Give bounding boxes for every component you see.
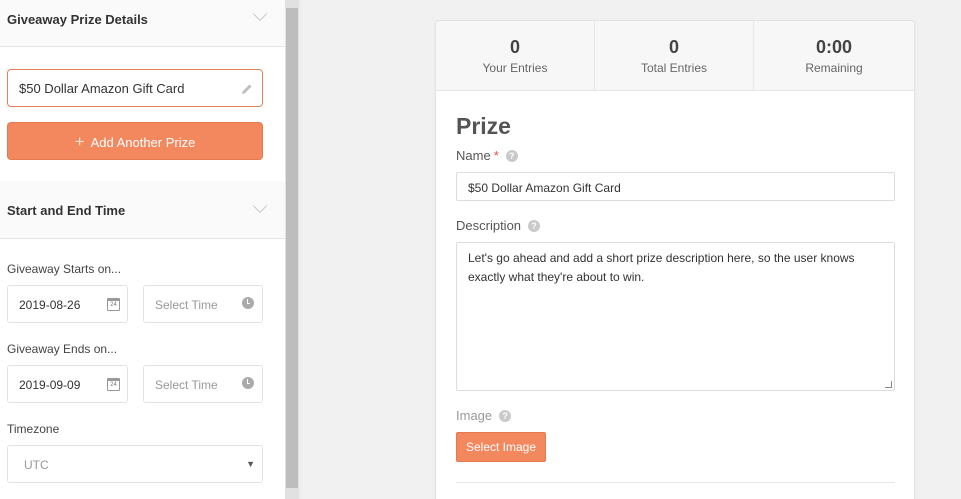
clock-icon[interactable] <box>242 297 254 309</box>
panel-divider <box>299 0 301 499</box>
description-text: Let's go ahead and add a short prize des… <box>468 251 855 284</box>
stat-label: Your Entries <box>482 61 548 75</box>
chevron-down-icon[interactable] <box>252 6 268 22</box>
end-date-field[interactable]: 2019-09-09 24 <box>7 365 128 403</box>
timezone-label: Timezone <box>7 422 60 436</box>
prize-name-field[interactable]: $50 Dollar Amazon Gift Card <box>7 69 263 107</box>
start-time-field[interactable]: Select Time <box>143 285 263 323</box>
stat-remaining: 0:00 Remaining <box>754 21 914 91</box>
select-image-button[interactable]: Select Image <box>456 432 546 462</box>
settings-panel: Giveaway Prize Details $50 Dollar Amazon… <box>0 0 285 499</box>
stat-label: Remaining <box>805 61 863 75</box>
help-icon[interactable]: ? <box>528 220 541 232</box>
resize-handle[interactable] <box>885 381 892 388</box>
end-date-value: 2019-09-09 <box>19 378 81 392</box>
stat-value: 0 <box>509 37 520 57</box>
add-prize-label: Add Another Prize <box>90 135 196 150</box>
help-icon[interactable]: ? <box>499 410 512 422</box>
required-mark: * <box>493 148 499 163</box>
timezone-value: UTC <box>24 458 49 472</box>
prize-name-input[interactable]: $50 Dollar Amazon Gift Card <box>456 172 895 201</box>
prize-description-textarea[interactable]: Let's go ahead and add a short prize des… <box>456 242 895 391</box>
prize-heading: Prize <box>456 113 511 139</box>
stat-value: 0 <box>668 37 679 57</box>
start-date-value: 2019-08-26 <box>19 298 81 312</box>
stat-total-entries: 0 Total Entries <box>595 21 754 91</box>
name-label: Name <box>456 148 491 163</box>
pencil-icon[interactable] <box>240 82 254 96</box>
prize-section-header[interactable]: Giveaway Prize Details <box>0 0 285 47</box>
timezone-select[interactable]: UTC ▼ <box>7 445 263 483</box>
prize-name-value: $50 Dollar Amazon Gift Card <box>19 81 185 96</box>
calendar-icon[interactable]: 24 <box>107 298 120 311</box>
calendar-icon[interactable]: 24 <box>107 378 120 391</box>
caret-down-icon: ▼ <box>246 459 255 469</box>
image-label-row: Image? <box>456 408 512 423</box>
ends-label: Giveaway Ends on... <box>7 342 118 356</box>
chevron-down-icon[interactable] <box>252 198 268 214</box>
time-section-title: Start and End Time <box>7 203 126 218</box>
divider <box>456 482 895 483</box>
description-label: Description <box>456 218 522 233</box>
description-label-row: Description? <box>456 218 541 233</box>
add-another-prize-button[interactable]: + Add Another Prize <box>7 122 263 160</box>
stat-your-entries: 0 Your Entries <box>436 21 595 91</box>
prize-section-title: Giveaway Prize Details <box>7 12 148 27</box>
scrollbar-thumb[interactable] <box>286 8 298 488</box>
time-section-header[interactable]: Start and End Time <box>0 181 285 239</box>
plus-icon: + <box>74 132 85 151</box>
end-time-placeholder: Select Time <box>155 378 218 392</box>
giveaway-preview-card: 0 Your Entries 0 Total Entries 0:00 Rema… <box>435 20 915 499</box>
name-label-row: Name *? <box>456 148 518 163</box>
start-time-placeholder: Select Time <box>155 298 218 312</box>
starts-label: Giveaway Starts on... <box>7 262 122 276</box>
start-date-field[interactable]: 2019-08-26 24 <box>7 285 128 323</box>
clock-icon[interactable] <box>242 377 254 389</box>
sidebar-scrollbar[interactable] <box>285 0 299 499</box>
stat-value: 0:00 <box>815 37 853 57</box>
end-time-field[interactable]: Select Time <box>143 365 263 403</box>
help-icon[interactable]: ? <box>505 150 518 162</box>
entries-stats-bar: 0 Your Entries 0 Total Entries 0:00 Rema… <box>436 21 914 91</box>
image-label: Image <box>456 408 493 423</box>
stat-label: Total Entries <box>640 61 708 75</box>
